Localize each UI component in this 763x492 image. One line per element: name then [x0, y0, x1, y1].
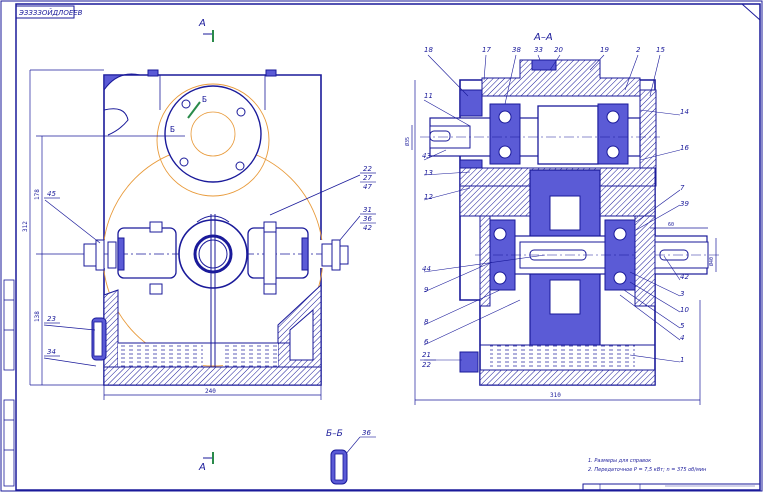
- label-42-section: 42: [680, 273, 689, 281]
- dim-height-lower: 138: [34, 311, 41, 322]
- label-5: 5: [680, 322, 685, 330]
- label-36-bb: 36: [362, 429, 371, 437]
- label-34: 34: [47, 348, 56, 356]
- label-38: 38: [512, 46, 521, 54]
- label-1: 1: [680, 356, 684, 364]
- label-20: 20: [554, 46, 563, 54]
- label-27: 27: [363, 174, 372, 182]
- label-7: 7: [680, 184, 685, 192]
- label-42: 42: [363, 224, 372, 232]
- section-aa-title: А–А: [533, 32, 553, 43]
- note-1: 1. Размеры для справок: [588, 458, 651, 464]
- frame-corner-mark: [741, 3, 761, 21]
- label-22-section: 22: [422, 361, 431, 369]
- label-3: 3: [680, 290, 684, 298]
- label-47: 47: [363, 183, 372, 191]
- section-bb-title: Б–Б: [326, 429, 343, 439]
- label-44: 44: [422, 265, 431, 273]
- label-33: 33: [534, 46, 543, 54]
- label-10: 10: [680, 306, 689, 314]
- svg-text:Б: Б: [202, 95, 207, 104]
- svg-text:Б: Б: [170, 125, 175, 134]
- top-stamp: ЭЗЗЗЗОЙДЛОЕЕВ: [15, 5, 83, 19]
- section-bb-view: Б–Б 36: [326, 429, 376, 485]
- dim-width-left: 240: [205, 388, 216, 395]
- label-21: 21: [422, 351, 431, 359]
- label-18: 18: [424, 46, 433, 54]
- stamp-text: ЭЗЗЗЗОЙДЛОЕЕВ: [18, 8, 83, 17]
- label-17: 17: [482, 46, 491, 54]
- label-8: 8: [424, 318, 429, 326]
- dim-height-upper: 178: [34, 189, 41, 200]
- dim-shaft-right-len: 60: [668, 222, 674, 228]
- bearing-cap-top: [164, 85, 262, 183]
- technical-notes: 1. Размеры для справок 2. Передаточное Р…: [588, 458, 707, 473]
- label-15: 15: [656, 46, 665, 54]
- label-19: 19: [600, 46, 609, 54]
- label-6: 6: [424, 338, 429, 346]
- binding-strip: [3, 279, 15, 487]
- label-4: 4: [680, 334, 684, 342]
- label-23: 23: [47, 315, 56, 323]
- label-22: 22: [363, 165, 372, 173]
- note-2: 2. Передаточное Р = 7,5 кВт; n = 375 об/…: [588, 467, 707, 473]
- oil-level-section: [490, 345, 635, 370]
- label-11: 11: [424, 92, 433, 100]
- label-13: 13: [424, 169, 433, 177]
- dim-width-section: 310: [550, 392, 561, 399]
- section-a-label-bottom: А: [198, 462, 206, 473]
- assembly-drawing: ЭЗЗЗЗОЙДЛОЕЕВ А А Б Б 312 178 138 240 45…: [0, 0, 763, 492]
- label-14: 14: [680, 108, 689, 116]
- label-12: 12: [424, 193, 433, 201]
- left-view: А А Б Б 312 178 138 240 45 23 34 22 27 4…: [22, 18, 376, 473]
- section-aa-view: А–А 310 Ø35 Ø40 60 18 17 38 33 20 19 2 1…: [404, 32, 720, 405]
- label-31: 31: [363, 206, 372, 214]
- label-36: 36: [363, 215, 372, 223]
- label-43: 43: [422, 152, 431, 160]
- oil-level-right: [223, 343, 278, 367]
- dim-height-total: 312: [22, 221, 29, 232]
- dim-shaft-right: Ø40: [708, 257, 715, 266]
- label-16: 16: [680, 144, 689, 152]
- oil-level-left: [118, 343, 203, 367]
- label-9: 9: [424, 286, 429, 294]
- label-39: 39: [680, 200, 689, 208]
- title-block: [582, 483, 761, 491]
- label-45: 45: [47, 190, 56, 198]
- dim-shaft-left: Ø35: [404, 137, 411, 146]
- label-2: 2: [636, 46, 641, 54]
- section-a-label-top: А: [198, 18, 206, 29]
